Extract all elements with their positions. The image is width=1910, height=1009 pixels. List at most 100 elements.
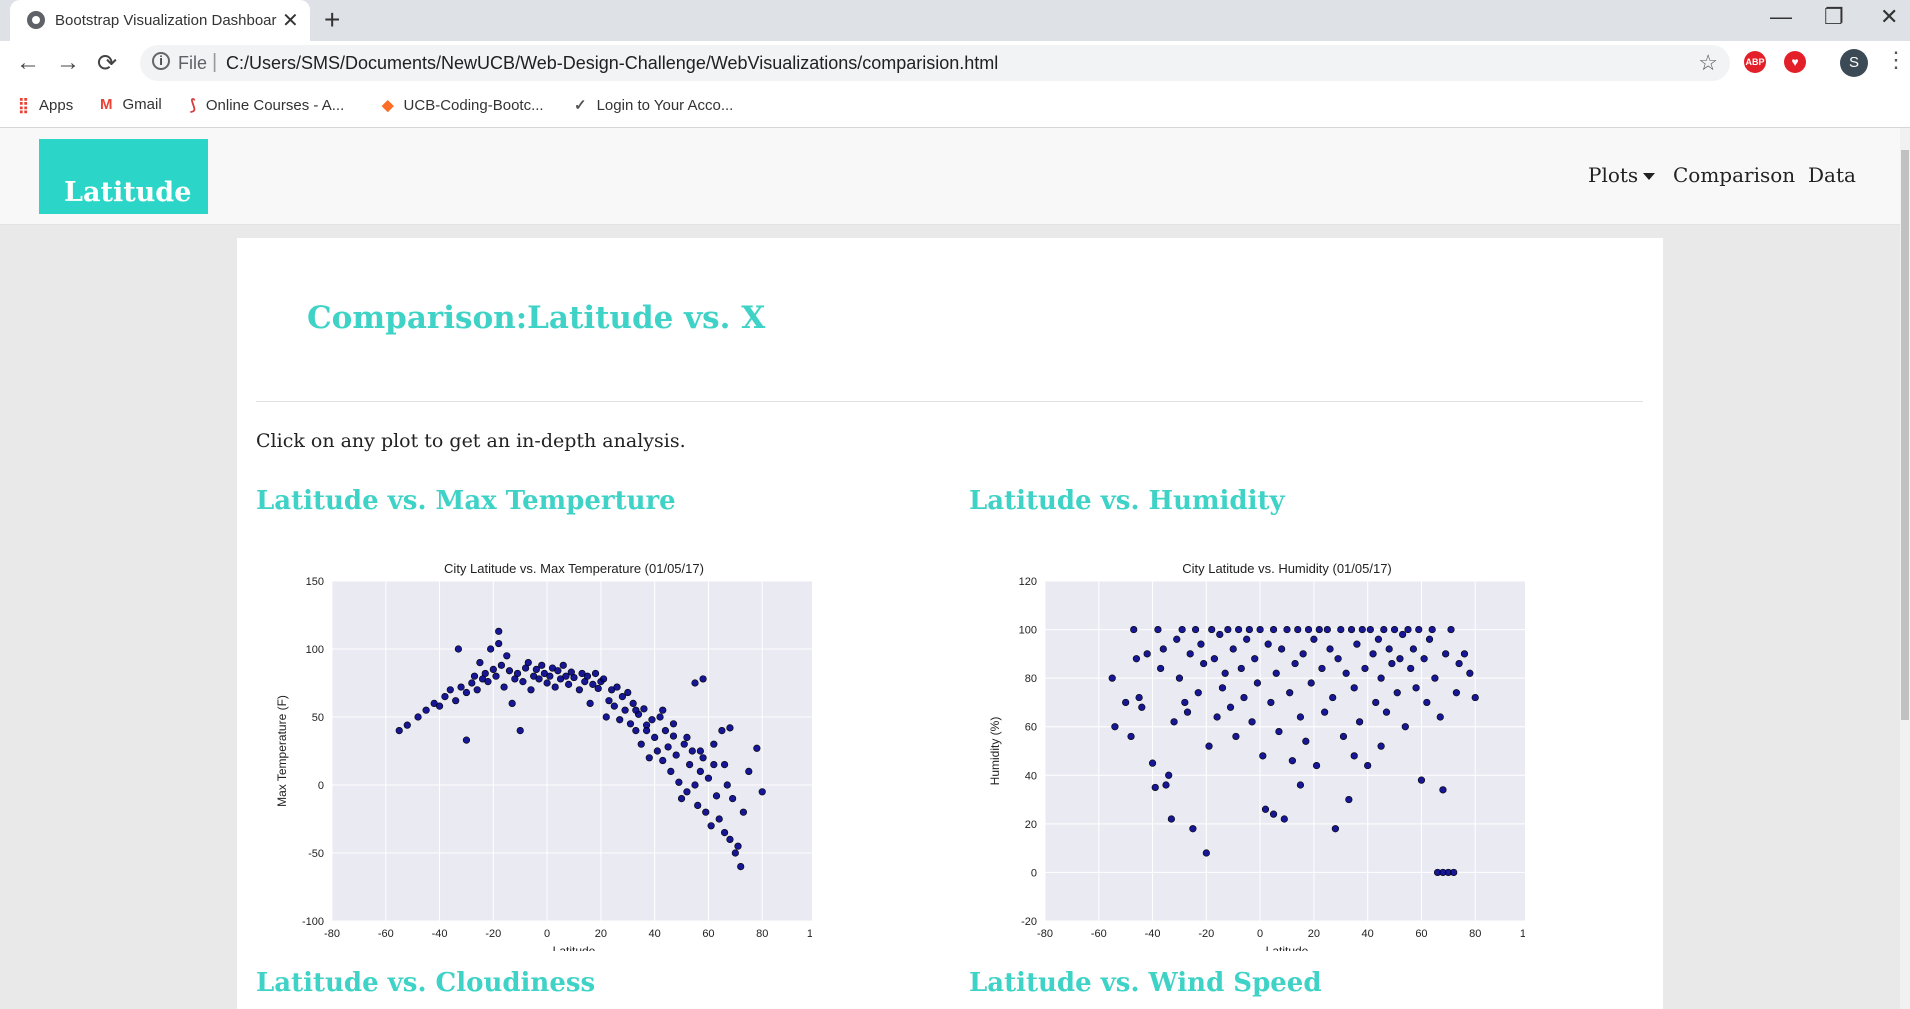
bookmark-gmail[interactable]: M Gmail — [100, 96, 162, 113]
data-point — [1423, 698, 1431, 707]
nav-data-link[interactable]: Data — [1808, 163, 1856, 187]
data-point — [729, 795, 737, 803]
data-point — [1278, 645, 1286, 653]
back-button[interactable]: ← — [16, 49, 40, 77]
data-point — [1181, 698, 1189, 707]
y-tick-label: 60 — [1025, 722, 1037, 734]
data-point — [1455, 659, 1463, 668]
data-point — [1267, 698, 1275, 707]
data-point — [538, 661, 546, 669]
browser-tab[interactable]: Bootstrap Visualization Dashboar ✕ — [10, 0, 310, 41]
x-tick-label: 20 — [595, 928, 607, 940]
data-point — [669, 720, 678, 728]
x-tick-label: 0 — [544, 928, 550, 940]
data-point — [1452, 689, 1461, 697]
data-point — [1326, 645, 1334, 653]
data-point — [1396, 655, 1404, 663]
data-point — [1202, 849, 1210, 857]
nav-comparison-link[interactable]: Comparison — [1673, 163, 1795, 187]
x-tick-label: 100 — [1520, 928, 1525, 940]
new-tab-button[interactable]: + — [324, 4, 340, 36]
bookmark-star-icon[interactable]: ☆ — [1698, 50, 1718, 76]
bookmark-apps[interactable]: ⣿ Apps — [18, 96, 73, 114]
data-point — [1138, 703, 1146, 711]
minimize-button[interactable]: — — [1770, 4, 1792, 30]
data-point — [1269, 625, 1278, 634]
restore-button[interactable]: ❐ — [1824, 4, 1844, 30]
data-point — [720, 829, 729, 837]
url-scheme: File — [178, 53, 208, 73]
data-point — [672, 751, 680, 759]
y-tick-label: 20 — [1025, 819, 1037, 831]
data-point — [1122, 698, 1130, 707]
bookmark-ucb-coding[interactable]: ◆ UCB-Coding-Bootc... — [382, 96, 544, 114]
adblock-extension-icon[interactable]: ABP — [1744, 51, 1766, 73]
brand-logo[interactable]: Latitude — [39, 139, 208, 214]
data-point — [1347, 625, 1356, 634]
profile-avatar[interactable]: S — [1840, 49, 1868, 77]
reload-button[interactable]: ⟳ — [97, 49, 117, 78]
data-point — [1337, 625, 1345, 634]
data-point — [659, 706, 667, 714]
data-point — [712, 792, 721, 800]
data-point — [1130, 625, 1138, 634]
x-tick-label: -60 — [1091, 928, 1107, 940]
data-point — [1148, 759, 1157, 767]
scrollbar-thumb[interactable] — [1901, 150, 1909, 720]
info-icon[interactable]: i — [152, 52, 170, 70]
data-point — [1431, 674, 1439, 682]
data-point — [500, 683, 508, 691]
bookmark-online-courses[interactable]: ⟆ Online Courses - A... — [190, 96, 344, 114]
data-point — [664, 743, 672, 751]
y-tick-label: 120 — [1019, 576, 1037, 588]
data-point — [1390, 625, 1399, 634]
data-point — [586, 699, 594, 707]
data-point — [422, 706, 430, 714]
data-point — [414, 713, 422, 721]
data-point — [1253, 679, 1262, 687]
data-point — [446, 686, 454, 694]
data-point — [1243, 635, 1251, 643]
tab-close-icon[interactable]: ✕ — [282, 8, 299, 33]
data-point — [1377, 742, 1385, 750]
data-point — [1350, 684, 1358, 692]
shield-extension-icon[interactable]: ♥ — [1784, 51, 1806, 73]
data-point — [1420, 655, 1428, 663]
data-point — [1471, 693, 1479, 702]
nav-plots-dropdown[interactable]: Plots — [1588, 163, 1656, 187]
y-axis-label: Max Temperature (F) — [275, 695, 289, 807]
data-point — [1321, 708, 1329, 716]
url-text[interactable]: C:/Users/SMS/Documents/NewUCB/Web-Design… — [226, 53, 998, 74]
data-point — [1450, 868, 1458, 877]
data-point — [452, 697, 460, 705]
gmail-icon: M — [100, 96, 113, 113]
address-bar[interactable]: i File | C:/Users/SMS/Documents/NewUCB/W… — [140, 45, 1730, 81]
data-point — [691, 781, 699, 789]
data-point — [1210, 655, 1218, 663]
data-point — [715, 815, 723, 823]
window-close-button[interactable]: ✕ — [1880, 4, 1898, 30]
gitlab-icon: ◆ — [382, 97, 394, 114]
bookmark-login[interactable]: ✓ Login to Your Acco... — [574, 96, 733, 114]
data-point — [718, 727, 726, 735]
data-point — [1356, 718, 1364, 726]
url-separator: | — [212, 51, 218, 73]
humidity-plot[interactable]: -80 -60 -40 -20 0 20 40 60 80 100 -20 0 20 40 60 80 100 1… — [985, 551, 1525, 951]
page-title: Comparison:Latitude vs. X — [307, 300, 766, 336]
forward-button[interactable]: → — [56, 49, 80, 77]
data-point — [484, 678, 492, 686]
brand-text: Latitude — [64, 177, 192, 208]
shield-check-icon: ✓ — [574, 97, 587, 114]
x-tick-label: -80 — [1037, 928, 1053, 940]
data-point — [454, 645, 462, 653]
x-tick-label: 80 — [1469, 928, 1481, 940]
browser-menu-icon[interactable]: ⋮ — [1885, 47, 1907, 73]
browser-toolbar: ← → ⟳ i File | C:/Users/SMS/Documents/Ne… — [0, 41, 1910, 87]
data-point — [629, 699, 637, 707]
max-temp-plot[interactable]: -80 -60 -40 -20 0 20 40 60 80 100 -100 -50 0 50 100 150… — [272, 551, 812, 951]
data-point — [487, 645, 495, 653]
data-point — [1256, 625, 1264, 634]
data-point — [651, 733, 659, 741]
y-tick-label: -50 — [308, 848, 324, 860]
data-point — [1310, 635, 1318, 643]
